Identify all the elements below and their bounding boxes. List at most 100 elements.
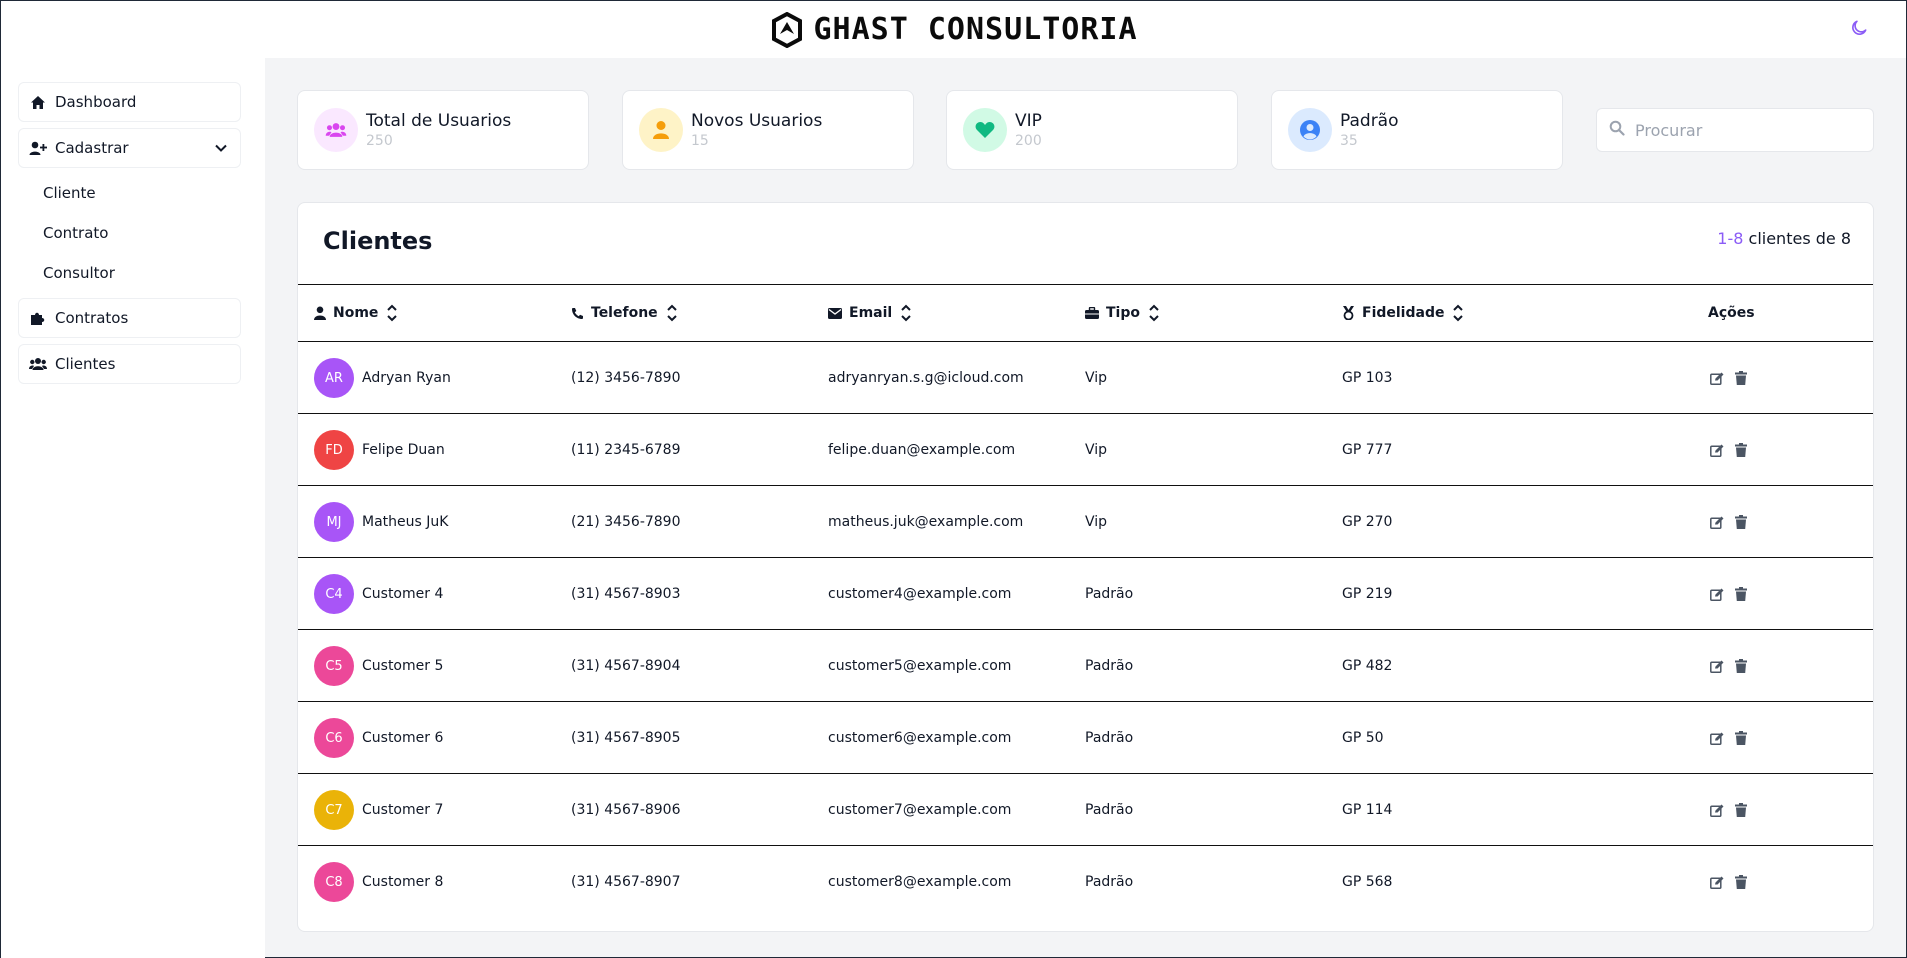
cell-tipo: Vip — [1085, 442, 1108, 458]
column-header-nome[interactable]: Nome — [314, 285, 398, 341]
edit-icon[interactable] — [1708, 729, 1726, 747]
table-title: Clientes — [323, 227, 433, 255]
stat-value: 200 — [1015, 133, 1042, 149]
user-icon — [314, 306, 326, 320]
table-row[interactable]: C5 Customer 5 (31) 4567-8904 customer5@exam… — [298, 630, 1873, 702]
clients-table-panel: Clientes 1-8 clientes de 8 Nome Telefone… — [297, 202, 1874, 932]
trash-icon[interactable] — [1732, 657, 1750, 675]
table-row[interactable]: C6 Customer 6 (31) 4567-8905 customer6@exam… — [298, 702, 1873, 774]
sidebar-item-cadastrar[interactable]: Cadastrar — [18, 128, 241, 168]
avatar: MJ — [314, 502, 354, 542]
table-row[interactable]: MJ Matheus JuK (21) 3456-7890 matheus.juk@e… — [298, 486, 1873, 558]
cell-fidelidade: GP 568 — [1342, 874, 1393, 890]
brand[interactable]: GHAST CONSULTORIA — [769, 11, 1138, 48]
column-header-telefone[interactable]: Telefone — [571, 285, 678, 341]
stat-card-vip: VIP 200 — [946, 90, 1238, 170]
cell-telefone: (31) 4567-8903 — [571, 586, 681, 602]
user-plus-icon — [29, 140, 47, 156]
theme-toggle-button[interactable] — [1847, 16, 1871, 40]
search-icon — [1609, 120, 1625, 140]
cell-email: customer5@example.com — [828, 658, 1012, 674]
avatar: C8 — [314, 862, 354, 902]
stat-value: 35 — [1340, 133, 1358, 149]
sort-icon[interactable] — [386, 303, 398, 323]
edit-icon[interactable] — [1708, 441, 1726, 459]
cell-acoes — [1708, 342, 1750, 414]
sidebar-item-label: Contratos — [55, 309, 129, 327]
search-box[interactable] — [1596, 108, 1874, 152]
cell-tipo: Padrão — [1085, 874, 1134, 890]
cell-acoes — [1708, 846, 1750, 918]
stat-card-padrao: Padrão 35 — [1271, 90, 1563, 170]
sidebar-item-clientes[interactable]: Clientes — [18, 344, 241, 384]
edit-icon[interactable] — [1708, 513, 1726, 531]
moon-icon — [1852, 20, 1867, 35]
cell-acoes — [1708, 558, 1750, 630]
edit-icon[interactable] — [1708, 873, 1726, 891]
trash-icon[interactable] — [1732, 729, 1750, 747]
sidebar: Dashboard Cadastrar Cliente Contrato Con… — [1, 58, 265, 958]
cell-fidelidade: GP 777 — [1342, 442, 1393, 458]
trash-icon[interactable] — [1732, 369, 1750, 387]
cell-telefone: (31) 4567-8906 — [571, 802, 681, 818]
edit-icon[interactable] — [1708, 369, 1726, 387]
sort-icon[interactable] — [1148, 303, 1160, 323]
search-input[interactable] — [1635, 120, 1855, 140]
column-label: Ações — [1708, 305, 1755, 321]
cell-nome: C6 Customer 6 — [314, 702, 443, 774]
trash-icon[interactable] — [1732, 801, 1750, 819]
sidebar-item-label: Dashboard — [55, 93, 137, 111]
table-row[interactable]: C7 Customer 7 (31) 4567-8906 customer7@exam… — [298, 774, 1873, 846]
table-row[interactable]: FD Felipe Duan (11) 2345-6789 felipe.duan@e… — [298, 414, 1873, 486]
trash-icon[interactable] — [1732, 873, 1750, 891]
table-row[interactable]: AR Adryan Ryan (12) 3456-7890 adryanryan.s.… — [298, 342, 1873, 414]
avatar: C6 — [314, 718, 354, 758]
stat-card-novos-usuarios: Novos Usuarios 15 — [622, 90, 914, 170]
cell-email: matheus.juk@example.com — [828, 514, 1024, 530]
sidebar-subitem-consultor[interactable]: Consultor — [43, 264, 115, 282]
edit-icon[interactable] — [1708, 657, 1726, 675]
column-label: Telefone — [591, 305, 658, 321]
sidebar-subitem-cliente[interactable]: Cliente — [43, 184, 96, 202]
pagination-text: clientes de 8 — [1743, 229, 1851, 248]
column-header-email[interactable]: Email — [828, 285, 912, 341]
cell-email: adryanryan.s.g@icloud.com — [828, 370, 1024, 386]
trash-icon[interactable] — [1732, 513, 1750, 531]
sidebar-item-dashboard[interactable]: Dashboard — [18, 82, 241, 122]
avatar: AR — [314, 358, 354, 398]
column-header-fidelidade[interactable]: Fidelidade — [1342, 285, 1464, 341]
edit-icon[interactable] — [1708, 801, 1726, 819]
sort-icon[interactable] — [1452, 303, 1464, 323]
user-circle-icon — [1288, 108, 1332, 152]
pagination-info: 1-8 clientes de 8 — [1717, 229, 1851, 248]
trash-icon[interactable] — [1732, 441, 1750, 459]
cell-nome: C5 Customer 5 — [314, 630, 443, 702]
cell-acoes — [1708, 774, 1750, 846]
stat-title: Padrão — [1340, 111, 1399, 131]
top-header: GHAST CONSULTORIA — [1, 1, 1906, 58]
sidebar-item-contratos[interactable]: Contratos — [18, 298, 241, 338]
avatar: C5 — [314, 646, 354, 686]
cell-acoes — [1708, 702, 1750, 774]
puzzle-icon — [29, 310, 47, 326]
sidebar-subitem-contrato[interactable]: Contrato — [43, 224, 108, 242]
sort-icon[interactable] — [666, 303, 678, 323]
cell-fidelidade: GP 114 — [1342, 802, 1393, 818]
cell-email: felipe.duan@example.com — [828, 442, 1016, 458]
brand-name: GHAST CONSULTORIA — [813, 12, 1138, 47]
table-row[interactable]: C4 Customer 4 (31) 4567-8903 customer4@exam… — [298, 558, 1873, 630]
sort-icon[interactable] — [900, 303, 912, 323]
trash-icon[interactable] — [1732, 585, 1750, 603]
stat-value: 250 — [366, 133, 393, 149]
edit-icon[interactable] — [1708, 585, 1726, 603]
briefcase-icon — [1085, 307, 1099, 319]
cell-acoes — [1708, 486, 1750, 558]
cell-nome: FD Felipe Duan — [314, 414, 445, 486]
chevron-down-icon[interactable] — [214, 141, 228, 159]
cell-nome: C7 Customer 7 — [314, 774, 443, 846]
cell-email: customer8@example.com — [828, 874, 1012, 890]
column-header-tipo[interactable]: Tipo — [1085, 285, 1160, 341]
cell-tipo: Padrão — [1085, 658, 1134, 674]
table-row[interactable]: C8 Customer 8 (31) 4567-8907 customer8@exam… — [298, 846, 1873, 918]
cell-fidelidade: GP 482 — [1342, 658, 1393, 674]
